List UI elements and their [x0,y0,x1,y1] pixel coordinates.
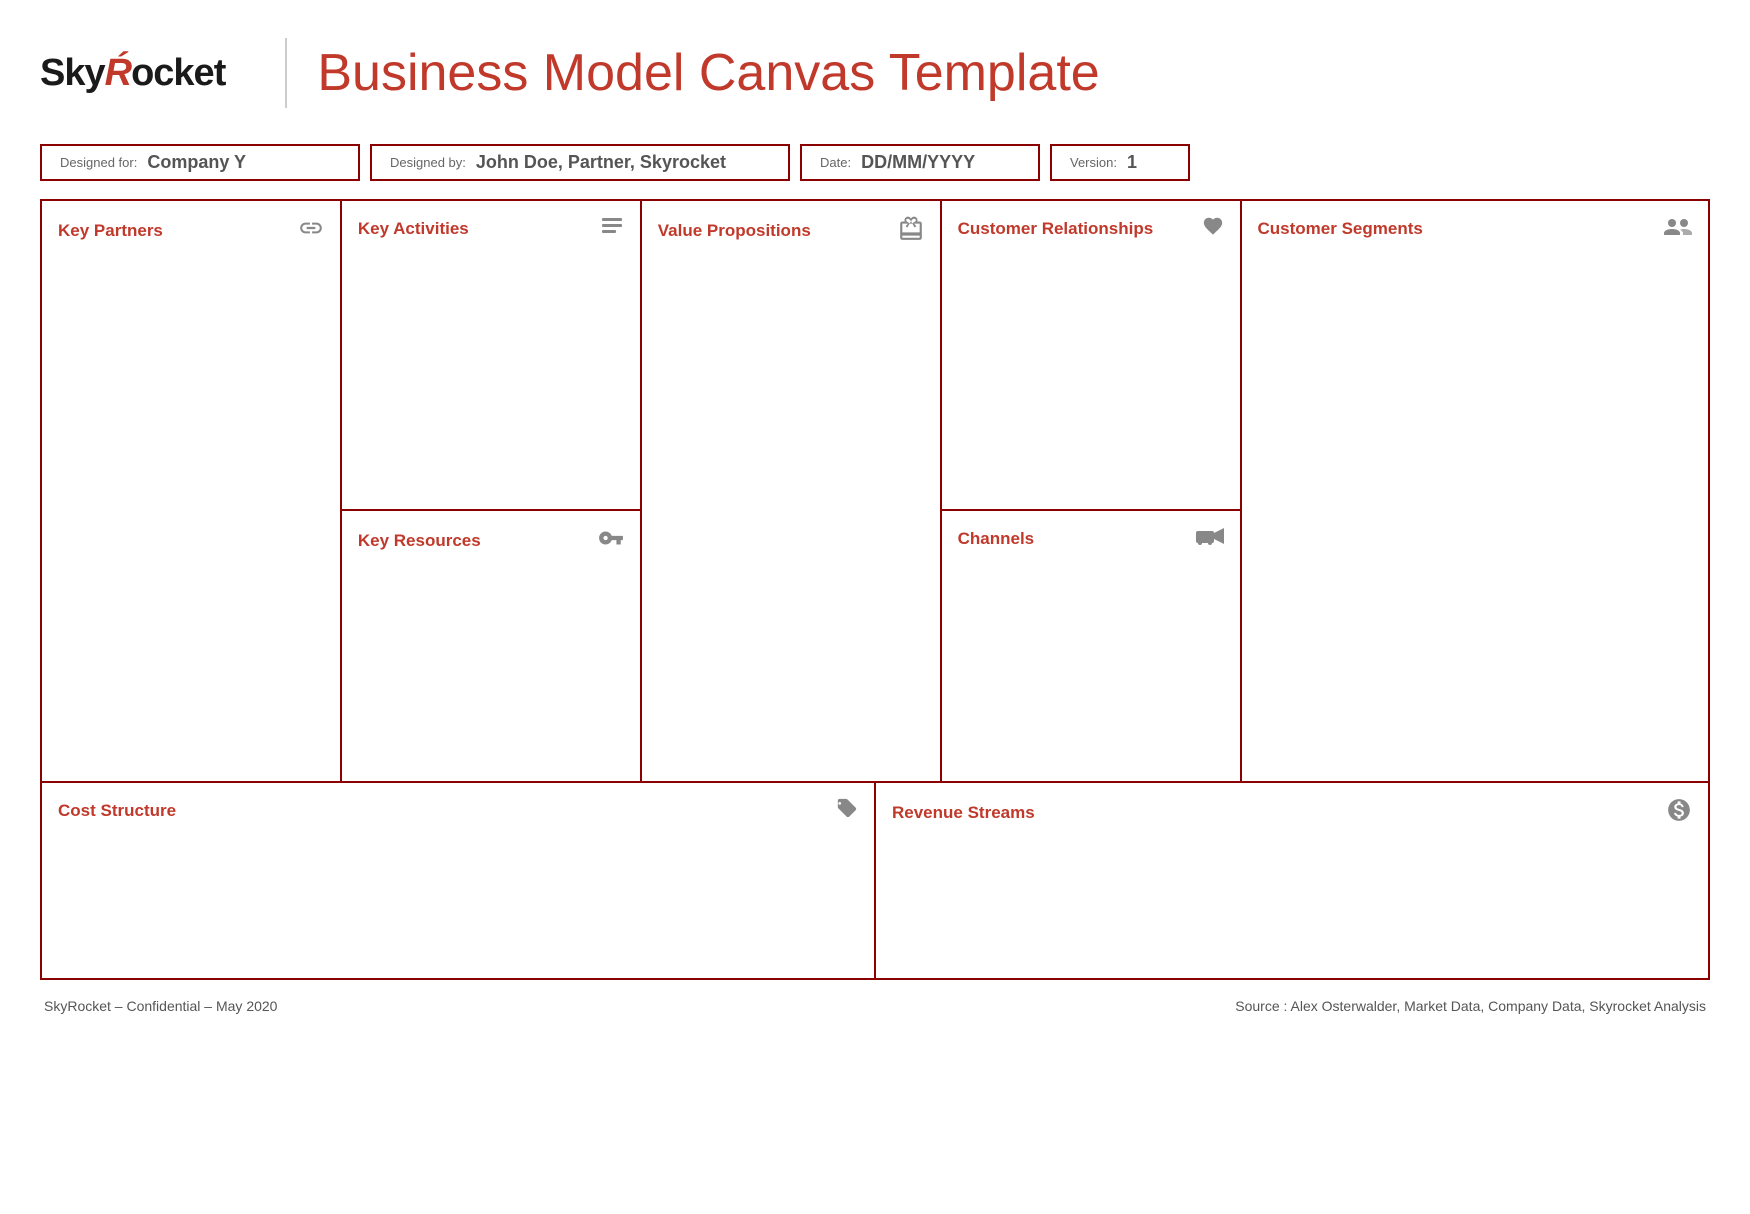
customer-relationships-header: Customer Relationships [958,215,1224,243]
revenue-streams-title: Revenue Streams [892,803,1035,823]
key-resources-title: Key Resources [358,531,481,551]
channels-icon [1196,525,1224,553]
key-partners-title: Key Partners [58,221,163,241]
header: SkyŔocket Business Model Canvas Templat… [40,20,1710,126]
footer-right: Source : Alex Osterwalder, Market Data, … [1235,998,1706,1014]
customer-relationships-title: Customer Relationships [958,219,1154,239]
key-partners-header: Key Partners [58,215,324,247]
channels-header: Channels [958,525,1224,553]
cost-structure-title: Cost Structure [58,801,176,821]
customer-relationships-icon [1202,215,1224,243]
designed-by-value: John Doe, Partner, Skyrocket [476,152,726,173]
footer-left: SkyRocket – Confidential – May 2020 [44,998,277,1014]
designed-for-value: Company Y [147,152,246,173]
cost-structure-icon [836,797,858,825]
relationships-channels-col: Customer Relationships Channels [942,201,1242,781]
page-title: Business Model Canvas Template [317,43,1099,103]
channels-cell: Channels [942,511,1240,781]
customer-segments-header: Customer Segments [1258,215,1693,243]
activities-resources-col: Key Activities Key Resources [342,201,642,781]
canvas-wrapper: Key Partners Key Activities [40,199,1710,980]
footer: SkyRocket – Confidential – May 2020 Sour… [40,998,1710,1014]
date-label: Date: [820,155,851,170]
key-activities-icon [600,215,624,243]
value-propositions-title: Value Propositions [658,221,811,241]
key-partners-cell: Key Partners [42,201,342,781]
key-resources-cell: Key Resources [342,511,640,781]
customer-segments-title: Customer Segments [1258,219,1423,239]
version-value: 1 [1127,152,1137,173]
key-partners-icon [298,215,324,247]
meta-row: Designed for: Company Y Designed by: Joh… [40,144,1710,181]
key-resources-header: Key Resources [358,525,624,557]
customer-relationships-cell: Customer Relationships [942,201,1240,511]
cost-structure-header: Cost Structure [58,797,858,825]
key-activities-title: Key Activities [358,219,469,239]
header-divider [285,38,287,108]
key-activities-header: Key Activities [358,215,624,243]
customer-segments-icon [1662,215,1692,243]
logo: SkyŔocket [40,52,225,95]
date-value: DD/MM/YYYY [861,152,975,173]
revenue-streams-icon [1666,797,1692,829]
value-propositions-icon [898,215,924,247]
revenue-streams-header: Revenue Streams [892,797,1692,829]
designed-for-label: Designed for: [60,155,137,170]
logo-rocket-text: ocket [131,52,225,95]
date-box: Date: DD/MM/YYYY [800,144,1040,181]
customer-segments-cell: Customer Segments [1242,201,1709,781]
value-propositions-cell: Value Propositions [642,201,942,781]
key-activities-cell: Key Activities [342,201,640,511]
canvas-lower-row: Cost Structure Revenue Streams [42,783,1708,978]
version-label: Version: [1070,155,1117,170]
channels-title: Channels [958,529,1035,549]
canvas: Key Partners Key Activities [40,199,1710,980]
value-propositions-header: Value Propositions [658,215,924,247]
logo-sky-text: Sky [40,52,105,95]
designed-by-label: Designed by: [390,155,466,170]
designed-by-box: Designed by: John Doe, Partner, Skyrocke… [370,144,790,181]
logo-r-text: Ŕ [105,52,131,95]
key-resources-icon [598,525,624,557]
cost-structure-cell: Cost Structure [42,783,876,978]
canvas-upper-row: Key Partners Key Activities [42,201,1708,783]
designed-for-box: Designed for: Company Y [40,144,360,181]
version-box: Version: 1 [1050,144,1190,181]
revenue-streams-cell: Revenue Streams [876,783,1708,978]
